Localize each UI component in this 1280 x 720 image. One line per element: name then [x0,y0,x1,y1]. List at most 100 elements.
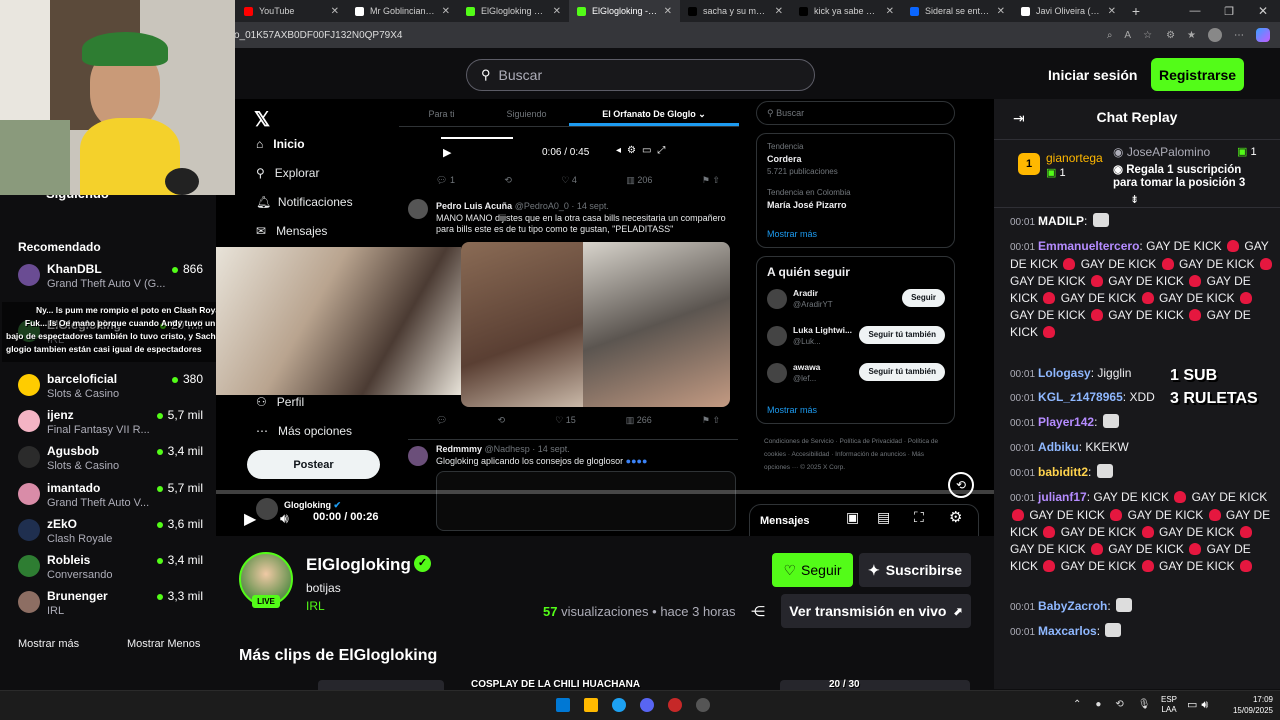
tab-close-icon[interactable]: ✕ [553,6,561,17]
sidebar-channel[interactable]: ijenz Final Fantasy VII R... 5,7 mil [18,408,203,442]
suggestion-name[interactable]: Aradir [793,288,818,298]
follow-button[interactable]: ♡ Seguir [772,553,853,587]
tab-close-icon[interactable]: ✕ [775,6,783,17]
chat-username[interactable]: Player142 [1038,415,1094,429]
clip-progress-track[interactable] [216,490,994,494]
x-nav-profile[interactable]: ⚇ Perfil [256,395,304,409]
post-image-puppy-2[interactable] [583,242,730,407]
x-messages-drawer[interactable]: Mensajes [749,504,979,536]
embedded-video[interactable]: ▶ 0:06 / 0:45 ◂⚙▭⤢ [436,129,672,167]
show-less-button[interactable]: Mostrar Menos [127,638,200,650]
trend-title[interactable]: María José Pizarro [767,200,847,210]
extensions-icon[interactable]: ⚙ [1166,30,1175,41]
browser-tab[interactable]: Javi Oliveira (@javi ✕ [1013,0,1124,22]
taskbar-app-icon[interactable] [612,698,626,712]
profile-avatar[interactable] [1208,28,1222,42]
play-icon[interactable]: ▶ [244,509,256,529]
channel-name[interactable]: ElGlogloking [306,555,411,575]
browser-tab[interactable]: kick ya sabe quien ✕ [791,0,902,22]
favorite-star-icon[interactable]: ☆ [1143,30,1152,41]
browser-tab[interactable]: ElGlogloking - Wat ✕ [569,0,680,22]
new-tab-button[interactable]: + [1124,3,1148,19]
volume-icon[interactable]: 🔊︎ [280,510,289,527]
network-volume-icons[interactable]: ▭🔊︎ [1187,698,1212,712]
suggestion-follow-button[interactable]: Seguir tú también [859,363,945,381]
chat-username[interactable]: Adbiku [1038,440,1079,454]
tab-close-icon[interactable]: ✕ [886,6,894,17]
sidebar-channel[interactable]: KhanDBL Grand Theft Auto V (G... 866 [18,262,203,296]
chat-username[interactable]: babiditt2 [1038,465,1088,479]
copilot-icon[interactable] [1256,28,1270,42]
tray-icons[interactable]: ⌃●⟲🎙︎ [1073,699,1165,710]
gift-sub-prompt[interactable]: ◉ Regala 1 suscripción para tomar la pos… [1113,164,1263,190]
search-input[interactable]: ⚲ Buscar [466,59,815,91]
show-more-button[interactable]: Mostrar más [18,638,79,650]
browser-tab[interactable]: Sideral se entera q ✕ [902,0,1013,22]
chat-username[interactable]: MADILP [1038,214,1084,228]
minimize-icon[interactable]: — [1178,5,1212,17]
suggestion-follow-button[interactable]: Seguir tú también [859,326,945,344]
sidebar-channel[interactable]: imantado Grand Theft Auto V... 5,7 mil [18,481,203,515]
stream-category[interactable]: IRL [306,599,325,613]
post-1-actions[interactable]: 💬︎ ⟲ ♡ 15 ▥ 266 ⚑ ⇧ [436,415,736,426]
browser-tab[interactable]: sacha y su media d ✕ [680,0,791,22]
x-search-input[interactable]: ⚲ Buscar [756,101,955,125]
url-text[interactable]: o_01K57AXB0DF00FJ132N0QP79X4 [234,30,402,41]
taskbar-app-icon[interactable] [696,698,710,712]
trend-title[interactable]: Cordera [767,154,802,164]
post-2-media[interactable] [436,471,736,531]
follow-show-more[interactable]: Mostrar más [767,405,817,415]
tab-close-icon[interactable]: ✕ [442,6,450,17]
tab-close-icon[interactable]: ✕ [997,6,1005,17]
chat-username[interactable]: BabyZacroh [1038,599,1107,613]
register-button[interactable]: Registrarse [1151,58,1244,91]
sidebar-channel[interactable]: Robleis Conversando 3,4 mil [18,553,203,587]
post-image-puppy-1[interactable] [461,242,583,407]
clock[interactable]: 17:09 15/09/2025 [1219,694,1273,716]
browser-tab[interactable]: YouTube ✕ [236,0,347,22]
taskbar-app-icon[interactable] [640,698,654,712]
trends-show-more[interactable]: Mostrar más [767,229,817,239]
sidebar-channel[interactable]: barceloficial Slots & Casino 380 [18,372,203,406]
clip-icon[interactable]: ▣ [846,509,859,526]
chat-username[interactable]: Lologasy [1038,366,1091,380]
embedded-controls[interactable]: ◂⚙▭⤢ [616,145,671,156]
suggestion-name[interactable]: awawa [793,362,820,372]
expand-leaderboard-icon[interactable]: ⇟ [1130,193,1139,206]
sidebar-channel[interactable]: Agusbob Slots & Casino 3,4 mil [18,444,203,478]
x-nav-more[interactable]: ⋯ Más opciones [256,424,352,438]
maximize-icon[interactable]: ❐ [1212,5,1246,18]
theater-mode-icon[interactable]: ▤ [877,509,890,526]
watch-live-button[interactable]: Ver transmisión en vivo ⬈ [781,594,971,628]
suggestion-name[interactable]: Luka Lightwi... [793,325,852,335]
sidebar-channel[interactable]: zEkO Clash Royale 3,6 mil [18,517,203,551]
chat-username[interactable]: Maxcarlos [1038,624,1097,638]
x-tab-foryou[interactable]: Para ti [399,99,484,126]
x-post-button[interactable]: Postear [247,450,380,479]
chat-username[interactable]: Emmanueltercero [1038,239,1139,253]
settings-icon[interactable]: ⚙ [949,508,962,526]
subscribe-button[interactable]: ✦ Suscribirse [859,553,971,587]
zoom-icon[interactable]: ⌕ [1107,30,1113,41]
clip-replay-icon[interactable]: ⟲ [948,472,974,498]
tab-close-icon[interactable]: ✕ [331,6,339,17]
post-top-actions[interactable]: 💬︎ 1 ⟲ ♡ 4 ▥ 206 ⚑ ⇧ [436,175,736,186]
share-icon[interactable]: ⋲ [751,603,765,620]
x-nav-explore[interactable]: ⚲ Explorar [256,166,353,195]
x-nav-home[interactable]: ⌂ Inicio [256,137,353,166]
clip-thumbnail-tab[interactable] [318,680,444,690]
favorites-icon[interactable]: ★ [1187,30,1196,41]
language-indicator[interactable]: ESP LAA [1161,695,1177,715]
fullscreen-icon[interactable]: ⛶ [914,509,924,526]
login-button[interactable]: Iniciar sesión [1048,67,1137,83]
tab-close-icon[interactable]: ✕ [1108,6,1116,17]
tab-close-icon[interactable]: ✕ [664,6,672,17]
embedded-play-icon[interactable]: ▶ [443,146,451,159]
top-gifter-name[interactable]: gianortega [1046,151,1103,165]
second-gifter-name[interactable]: ◉ JoseAPalomino [1113,145,1210,159]
sidebar-channel[interactable]: Brunenger IRL 3,3 mil [18,589,203,623]
x-tab-following[interactable]: Siguiendo [484,99,569,126]
clip-thumbnail-tab[interactable] [780,680,970,690]
browser-tab[interactable]: Mr Goblinciano on ✕ [347,0,458,22]
x-tab-orphanage[interactable]: El Orfanato De Gloglo ⌄ [569,99,739,126]
